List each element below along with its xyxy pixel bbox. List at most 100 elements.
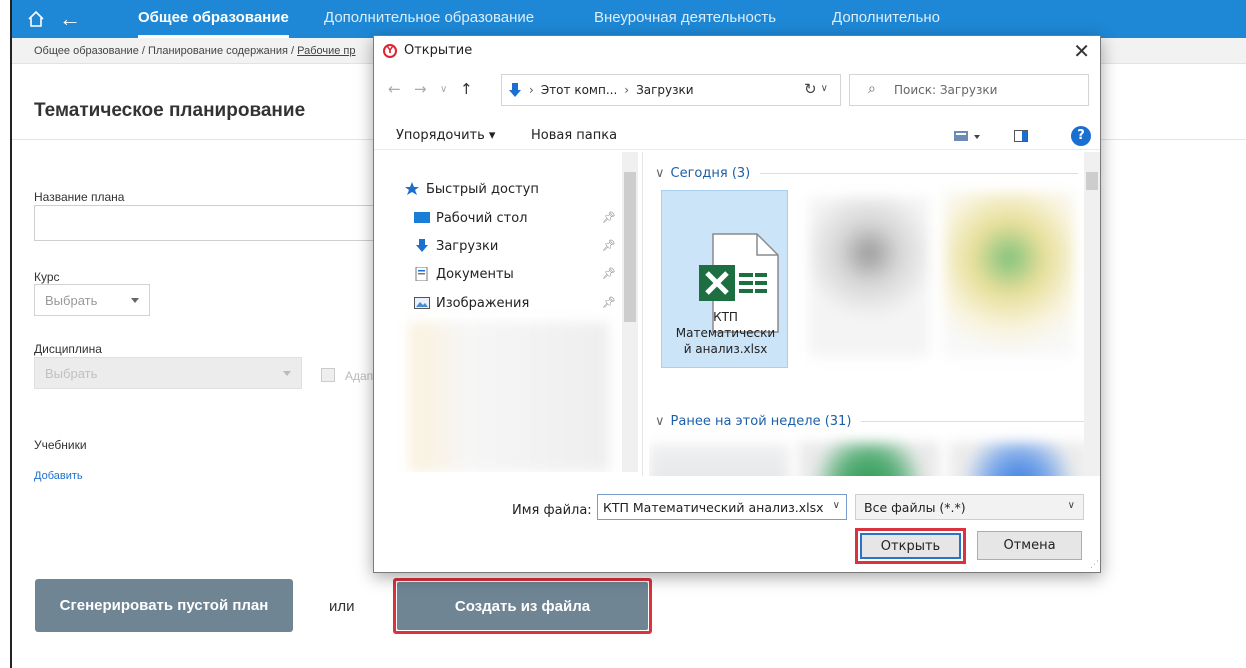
pin-icon[interactable]: 📌︎ xyxy=(602,296,616,309)
nav-scrollbar-thumb[interactable] xyxy=(624,172,636,322)
pin-icon[interactable]: 📌︎ xyxy=(602,239,616,252)
file-list-scrollbar-thumb[interactable] xyxy=(1086,172,1098,190)
open-button[interactable]: Открыть xyxy=(860,533,961,559)
blurred-file-thumbnail xyxy=(809,197,929,357)
chevron-down-icon: ∨ xyxy=(655,166,665,181)
blurred-file-thumbnail xyxy=(944,192,1074,357)
group-divider xyxy=(861,421,1087,422)
chevron-right-icon: › xyxy=(529,83,534,97)
documents-icon xyxy=(414,266,430,282)
nav-desktop[interactable]: Рабочий стол xyxy=(414,207,527,229)
nav-pictures[interactable]: Изображения xyxy=(414,292,529,314)
file-open-dialog: Y Открытие ✕ ← → ∨ ↑ › Этот комп... › За… xyxy=(373,35,1101,573)
nav-label: Документы xyxy=(436,266,514,282)
blurred-content xyxy=(409,322,609,472)
downloads-folder-icon xyxy=(414,239,430,253)
tab-additional-education[interactable]: Дополнительное образование xyxy=(324,0,534,38)
downloads-folder-icon xyxy=(509,83,521,97)
blurred-file-thumbnail xyxy=(649,444,789,476)
refresh-icon[interactable]: ↻ xyxy=(804,80,817,98)
group-this-week[interactable]: ∨ Ранее на этой неделе (31) xyxy=(655,414,1087,429)
dialog-title: Открытие xyxy=(404,43,473,58)
back-arrow-icon[interactable]: ← xyxy=(388,80,401,98)
breadcrumb-item[interactable]: Общее образование xyxy=(34,45,139,57)
tab-additional[interactable]: Дополнительно xyxy=(832,0,940,38)
address-segment[interactable]: Этот комп... xyxy=(541,83,617,97)
group-today[interactable]: ∨ Сегодня (3) xyxy=(655,166,1079,181)
cancel-button[interactable]: Отмена xyxy=(977,531,1082,560)
chevron-down-icon[interactable]: ∨ xyxy=(821,83,828,94)
search-input[interactable]: ⌕ Поиск: Загрузки xyxy=(849,74,1089,106)
recent-dropdown-icon[interactable]: ∨ xyxy=(440,84,447,95)
filename-value: КТП Математический анализ.xlsx xyxy=(603,500,824,515)
filename-label: Имя файла: xyxy=(512,503,592,518)
organize-button[interactable]: Упорядочить ▾ xyxy=(396,128,495,143)
tab-general-education[interactable]: Общее образование xyxy=(138,0,289,38)
group-label: Ранее на этой неделе (31) xyxy=(670,414,852,429)
chevron-right-icon: › xyxy=(624,83,630,97)
filetype-value: Все файлы (*.*) xyxy=(864,500,966,515)
address-bar[interactable]: › Этот комп... › Загрузки ∨ xyxy=(501,74,841,106)
help-icon[interactable]: ? xyxy=(1071,126,1091,146)
new-folder-button[interactable]: Новая папка xyxy=(531,128,617,143)
chevron-down-icon[interactable]: ∨ xyxy=(833,500,840,511)
close-icon[interactable]: ✕ xyxy=(1073,39,1090,63)
chevron-down-icon xyxy=(131,298,139,303)
desktop-icon xyxy=(414,211,430,225)
nav-documents[interactable]: Документы xyxy=(414,263,514,285)
chevron-down-icon: ∨ xyxy=(655,414,665,429)
address-segment[interactable]: Загрузки xyxy=(636,83,694,97)
forward-arrow-icon[interactable]: → xyxy=(414,80,427,98)
course-select[interactable]: Выбрать xyxy=(34,284,150,316)
up-arrow-icon[interactable]: ↑ xyxy=(460,80,473,98)
file-name-label: КТП Математически й анализ.xlsx xyxy=(675,310,776,356)
nav-label: Рабочий стол xyxy=(436,210,528,226)
nav-downloads[interactable]: Загрузки xyxy=(414,235,498,257)
file-list-scrollbar[interactable] xyxy=(1084,152,1100,476)
plan-name-label: Название плана xyxy=(34,190,125,204)
resize-grip-icon[interactable]: ⋰ xyxy=(1090,560,1099,570)
nav-label: Загрузки xyxy=(436,238,499,254)
adapted-checkbox-label: Адап xyxy=(345,369,374,383)
nav-quick-access[interactable]: Быстрый доступ xyxy=(404,178,539,200)
dialog-toolbar: Упорядочить ▾ Новая папка ? xyxy=(374,122,1100,150)
group-divider xyxy=(760,173,1079,174)
address-row: ← → ∨ ↑ › Этот комп... › Загрузки ∨ ↻ ⌕ … xyxy=(374,74,1100,106)
file-list-pane: ∨ Сегодня (3) КТП Математически й анализ… xyxy=(649,152,1100,476)
pane-divider xyxy=(642,152,643,476)
pictures-icon xyxy=(414,296,430,310)
discipline-select-value: Выбрать xyxy=(45,366,98,381)
preview-pane-icon[interactable] xyxy=(1014,130,1028,146)
page-title: Тематическое планирование xyxy=(34,100,306,121)
filetype-select[interactable]: Все файлы (*.*) ∨ xyxy=(855,494,1084,520)
pin-icon[interactable]: 📌︎ xyxy=(602,211,616,224)
generate-empty-plan-button[interactable]: Сгенерировать пустой план xyxy=(35,579,293,632)
add-textbook-link[interactable]: Добавить xyxy=(34,470,83,482)
or-label: или xyxy=(329,598,355,615)
course-label: Курс xyxy=(34,270,60,284)
group-label: Сегодня (3) xyxy=(670,166,751,181)
top-nav: ← Общее образование Дополнительное образ… xyxy=(12,0,1246,38)
chevron-down-icon: ∨ xyxy=(1067,500,1075,511)
tab-extracurricular[interactable]: Внеурочная деятельность xyxy=(594,0,776,38)
discipline-select[interactable]: Выбрать xyxy=(34,357,302,389)
textbooks-label: Учебники xyxy=(34,438,87,452)
nav-label: Изображения xyxy=(436,295,530,311)
view-options-icon[interactable] xyxy=(954,130,982,146)
plan-name-input[interactable] xyxy=(34,205,394,241)
breadcrumb-item[interactable]: Планирование содержания xyxy=(148,45,288,57)
home-icon[interactable] xyxy=(24,0,48,38)
breadcrumb-item[interactable]: Рабочие пр xyxy=(297,45,355,57)
star-icon xyxy=(404,182,420,196)
create-from-file-button[interactable]: Создать из файла xyxy=(397,582,648,630)
pin-icon[interactable]: 📌︎ xyxy=(602,267,616,280)
nav-label: Быстрый доступ xyxy=(426,181,539,197)
filename-input[interactable]: КТП Математический анализ.xlsx ∨ xyxy=(597,494,847,520)
back-arrow-icon[interactable]: ← xyxy=(58,0,82,38)
yandex-browser-icon: Y xyxy=(383,44,397,58)
search-icon: ⌕ xyxy=(868,81,876,97)
chevron-down-icon xyxy=(283,371,291,376)
adapted-checkbox[interactable] xyxy=(321,368,335,382)
navigation-pane: Быстрый доступ Рабочий стол 📌︎ Загрузки … xyxy=(374,152,638,472)
file-item-selected[interactable]: КТП Математически й анализ.xlsx xyxy=(661,190,788,368)
